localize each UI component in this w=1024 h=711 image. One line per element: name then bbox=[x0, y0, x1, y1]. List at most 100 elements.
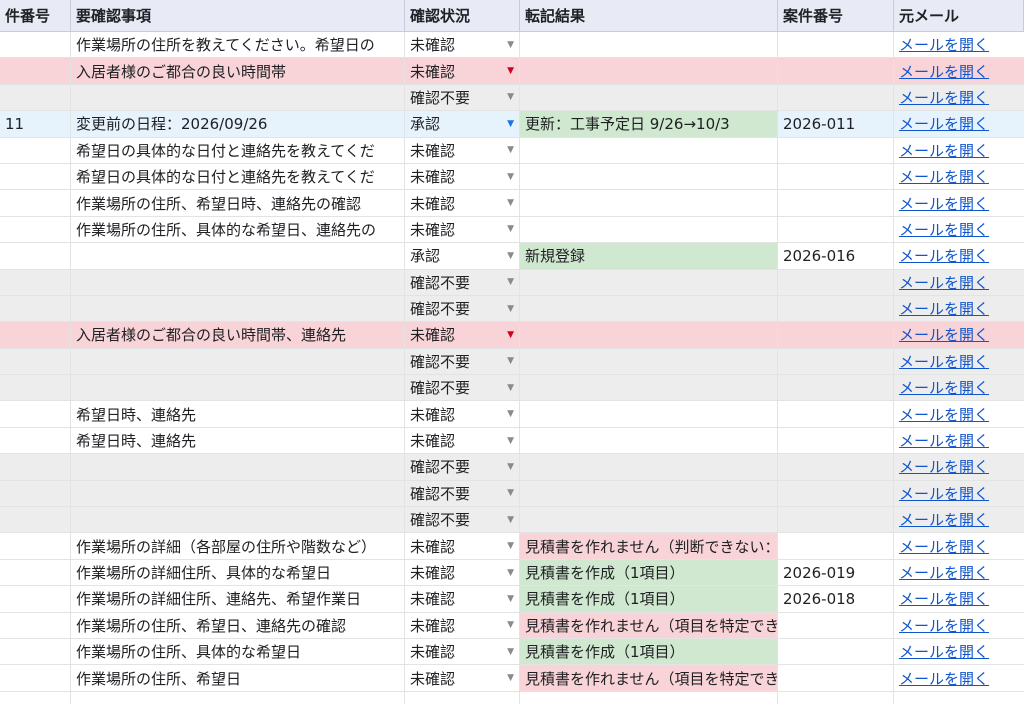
case-cell[interactable] bbox=[778, 84, 894, 111]
case-cell[interactable] bbox=[778, 454, 894, 480]
item-cell[interactable] bbox=[71, 507, 405, 533]
id-cell[interactable] bbox=[0, 427, 71, 454]
result-cell[interactable] bbox=[520, 348, 778, 375]
case-cell[interactable] bbox=[778, 269, 894, 295]
status-dropdown[interactable]: 未確認 ▼ bbox=[405, 216, 520, 243]
case-cell[interactable] bbox=[778, 427, 894, 454]
id-cell[interactable] bbox=[0, 243, 71, 269]
id-cell[interactable] bbox=[0, 137, 71, 163]
id-cell[interactable] bbox=[0, 32, 71, 58]
case-cell[interactable]: 2026-016 bbox=[778, 243, 894, 269]
triangle-down-icon[interactable]: ▼ bbox=[507, 383, 514, 393]
item-cell[interactable] bbox=[71, 480, 405, 507]
case-cell[interactable] bbox=[778, 322, 894, 348]
open-mail-link[interactable]: メールを開く bbox=[899, 641, 989, 662]
status-dropdown[interactable]: 未確認 ▼ bbox=[405, 58, 520, 84]
result-cell[interactable] bbox=[520, 322, 778, 348]
case-cell[interactable]: 2026-018 bbox=[778, 586, 894, 612]
id-cell[interactable] bbox=[0, 84, 71, 111]
result-cell[interactable] bbox=[520, 480, 778, 507]
result-cell[interactable] bbox=[520, 58, 778, 84]
triangle-down-icon[interactable]: ▼ bbox=[507, 330, 514, 340]
id-cell[interactable]: 11 bbox=[0, 111, 71, 137]
header-case[interactable]: 案件番号 bbox=[778, 0, 894, 31]
triangle-down-icon[interactable]: ▼ bbox=[507, 145, 514, 155]
result-cell[interactable] bbox=[520, 401, 778, 427]
id-cell[interactable] bbox=[0, 559, 71, 586]
id-cell[interactable] bbox=[0, 216, 71, 243]
result-cell[interactable]: 見積書を作成（1項目） bbox=[520, 586, 778, 612]
status-dropdown[interactable]: 確認不要 ▼ bbox=[405, 84, 520, 111]
open-mail-link[interactable]: メールを開く bbox=[899, 615, 989, 636]
status-dropdown[interactable]: 承認 ▼ bbox=[405, 111, 520, 137]
id-cell[interactable] bbox=[0, 269, 71, 295]
result-cell[interactable]: 見積書を作れません（判断できない：作業内容が bbox=[520, 533, 778, 559]
result-cell[interactable] bbox=[520, 454, 778, 480]
triangle-down-icon[interactable]: ▼ bbox=[507, 488, 514, 498]
open-mail-link[interactable]: メールを開く bbox=[899, 588, 989, 609]
status-dropdown[interactable]: 未確認 ▼ bbox=[405, 612, 520, 638]
open-mail-link[interactable]: メールを開く bbox=[899, 61, 989, 82]
item-cell[interactable]: 作業場所の住所、希望日時、連絡先の確認 bbox=[71, 190, 405, 216]
triangle-down-icon[interactable]: ▼ bbox=[507, 356, 514, 366]
item-cell[interactable] bbox=[71, 375, 405, 401]
triangle-down-icon[interactable]: ▼ bbox=[507, 436, 514, 446]
result-cell[interactable] bbox=[520, 507, 778, 533]
case-cell[interactable] bbox=[778, 216, 894, 243]
id-cell[interactable] bbox=[0, 533, 71, 559]
case-cell[interactable]: 2026-011 bbox=[778, 111, 894, 137]
status-dropdown[interactable]: 確認不要 ▼ bbox=[405, 375, 520, 401]
id-cell[interactable] bbox=[0, 375, 71, 401]
open-mail-link[interactable]: メールを開く bbox=[899, 34, 989, 55]
triangle-down-icon[interactable]: ▼ bbox=[507, 568, 514, 578]
triangle-down-icon[interactable]: ▼ bbox=[507, 172, 514, 182]
case-cell[interactable] bbox=[778, 58, 894, 84]
open-mail-link[interactable]: メールを開く bbox=[899, 140, 989, 161]
status-dropdown[interactable]: 承認 ▼ bbox=[405, 243, 520, 269]
case-cell[interactable] bbox=[778, 190, 894, 216]
id-cell[interactable] bbox=[0, 507, 71, 533]
open-mail-link[interactable]: メールを開く bbox=[899, 113, 989, 134]
result-cell[interactable] bbox=[520, 295, 778, 322]
open-mail-link[interactable]: メールを開く bbox=[899, 377, 989, 398]
result-cell[interactable] bbox=[520, 32, 778, 58]
case-cell[interactable] bbox=[778, 375, 894, 401]
result-cell[interactable] bbox=[520, 190, 778, 216]
case-cell[interactable] bbox=[778, 533, 894, 559]
triangle-down-icon[interactable]: ▼ bbox=[507, 541, 514, 551]
item-cell[interactable]: 変更前の日程：2026/09/26 bbox=[71, 111, 405, 137]
status-dropdown[interactable]: 未確認 ▼ bbox=[405, 401, 520, 427]
id-cell[interactable] bbox=[0, 586, 71, 612]
item-cell[interactable] bbox=[71, 454, 405, 480]
open-mail-link[interactable]: メールを開く bbox=[899, 404, 989, 425]
item-cell[interactable]: 作業場所の住所、希望日 bbox=[71, 665, 405, 691]
triangle-down-icon[interactable]: ▼ bbox=[507, 277, 514, 287]
id-cell[interactable] bbox=[0, 322, 71, 348]
status-dropdown[interactable]: 確認不要 ▼ bbox=[405, 269, 520, 295]
case-cell[interactable] bbox=[778, 665, 894, 691]
triangle-down-icon[interactable]: ▼ bbox=[507, 66, 514, 76]
item-cell[interactable] bbox=[71, 84, 405, 111]
triangle-down-icon[interactable]: ▼ bbox=[507, 224, 514, 234]
result-cell[interactable] bbox=[520, 137, 778, 163]
triangle-down-icon[interactable]: ▼ bbox=[507, 409, 514, 419]
status-dropdown[interactable]: 確認不要 ▼ bbox=[405, 348, 520, 375]
id-cell[interactable] bbox=[0, 190, 71, 216]
item-cell[interactable]: 入居者様のご都合の良い時間帯、連絡先 bbox=[71, 322, 405, 348]
triangle-down-icon[interactable]: ▼ bbox=[507, 251, 514, 261]
status-dropdown[interactable]: 確認不要 ▼ bbox=[405, 507, 520, 533]
open-mail-link[interactable]: メールを開く bbox=[899, 272, 989, 293]
triangle-down-icon[interactable]: ▼ bbox=[507, 673, 514, 683]
case-cell[interactable]: 2026-019 bbox=[778, 559, 894, 586]
item-cell[interactable]: 作業場所の詳細住所、連絡先、希望作業日 bbox=[71, 586, 405, 612]
header-status[interactable]: 確認状況 bbox=[405, 0, 520, 31]
triangle-down-icon[interactable]: ▼ bbox=[507, 620, 514, 630]
result-cell[interactable]: 見積書を作成（1項目） bbox=[520, 559, 778, 586]
id-cell[interactable] bbox=[0, 665, 71, 691]
result-cell[interactable] bbox=[520, 163, 778, 190]
item-cell[interactable]: 作業場所の住所、具体的な希望日、連絡先の bbox=[71, 216, 405, 243]
item-cell[interactable]: 入居者様のご都合の良い時間帯 bbox=[71, 58, 405, 84]
status-dropdown[interactable]: 未確認 ▼ bbox=[405, 137, 520, 163]
case-cell[interactable] bbox=[778, 401, 894, 427]
open-mail-link[interactable]: メールを開く bbox=[899, 298, 989, 319]
